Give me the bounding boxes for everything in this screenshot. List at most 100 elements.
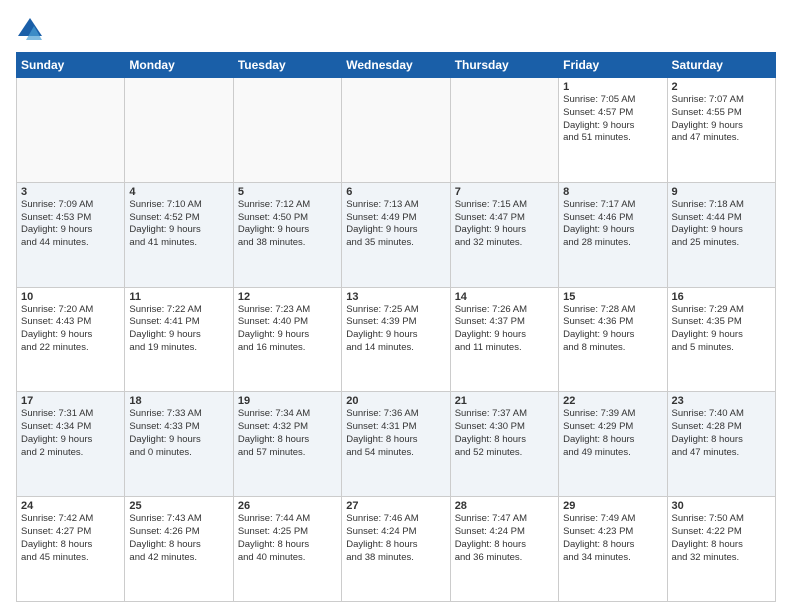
calendar-cell: 7Sunrise: 7:15 AM Sunset: 4:47 PM Daylig… [450, 182, 558, 287]
day-info: Sunrise: 7:40 AM Sunset: 4:28 PM Dayligh… [672, 408, 771, 459]
calendar-cell: 24Sunrise: 7:42 AM Sunset: 4:27 PM Dayli… [17, 497, 125, 602]
calendar-cell: 5Sunrise: 7:12 AM Sunset: 4:50 PM Daylig… [233, 182, 341, 287]
calendar-cell: 2Sunrise: 7:07 AM Sunset: 4:55 PM Daylig… [667, 78, 775, 183]
calendar-cell [233, 78, 341, 183]
day-number: 8 [563, 186, 662, 198]
day-number: 5 [238, 186, 337, 198]
calendar-cell: 18Sunrise: 7:33 AM Sunset: 4:33 PM Dayli… [125, 392, 233, 497]
calendar-week-1: 1Sunrise: 7:05 AM Sunset: 4:57 PM Daylig… [17, 78, 776, 183]
day-number: 11 [129, 291, 228, 303]
calendar-week-4: 17Sunrise: 7:31 AM Sunset: 4:34 PM Dayli… [17, 392, 776, 497]
day-info: Sunrise: 7:07 AM Sunset: 4:55 PM Dayligh… [672, 94, 771, 145]
day-number: 14 [455, 291, 554, 303]
calendar-week-5: 24Sunrise: 7:42 AM Sunset: 4:27 PM Dayli… [17, 497, 776, 602]
day-info: Sunrise: 7:25 AM Sunset: 4:39 PM Dayligh… [346, 304, 445, 355]
calendar-cell: 8Sunrise: 7:17 AM Sunset: 4:46 PM Daylig… [559, 182, 667, 287]
calendar-cell: 19Sunrise: 7:34 AM Sunset: 4:32 PM Dayli… [233, 392, 341, 497]
calendar-cell: 27Sunrise: 7:46 AM Sunset: 4:24 PM Dayli… [342, 497, 450, 602]
page: SundayMondayTuesdayWednesdayThursdayFrid… [0, 0, 792, 612]
header [16, 16, 776, 44]
day-info: Sunrise: 7:46 AM Sunset: 4:24 PM Dayligh… [346, 513, 445, 564]
day-info: Sunrise: 7:12 AM Sunset: 4:50 PM Dayligh… [238, 199, 337, 250]
day-info: Sunrise: 7:33 AM Sunset: 4:33 PM Dayligh… [129, 408, 228, 459]
calendar-cell: 28Sunrise: 7:47 AM Sunset: 4:24 PM Dayli… [450, 497, 558, 602]
day-number: 15 [563, 291, 662, 303]
logo [16, 16, 48, 44]
calendar-cell: 10Sunrise: 7:20 AM Sunset: 4:43 PM Dayli… [17, 287, 125, 392]
day-number: 30 [672, 500, 771, 512]
calendar-week-2: 3Sunrise: 7:09 AM Sunset: 4:53 PM Daylig… [17, 182, 776, 287]
day-info: Sunrise: 7:31 AM Sunset: 4:34 PM Dayligh… [21, 408, 120, 459]
calendar-cell: 29Sunrise: 7:49 AM Sunset: 4:23 PM Dayli… [559, 497, 667, 602]
calendar-week-3: 10Sunrise: 7:20 AM Sunset: 4:43 PM Dayli… [17, 287, 776, 392]
calendar-table: SundayMondayTuesdayWednesdayThursdayFrid… [16, 52, 776, 602]
day-info: Sunrise: 7:26 AM Sunset: 4:37 PM Dayligh… [455, 304, 554, 355]
day-number: 12 [238, 291, 337, 303]
weekday-header-friday: Friday [559, 53, 667, 78]
day-info: Sunrise: 7:47 AM Sunset: 4:24 PM Dayligh… [455, 513, 554, 564]
day-number: 9 [672, 186, 771, 198]
day-number: 4 [129, 186, 228, 198]
calendar-cell: 9Sunrise: 7:18 AM Sunset: 4:44 PM Daylig… [667, 182, 775, 287]
calendar-cell: 13Sunrise: 7:25 AM Sunset: 4:39 PM Dayli… [342, 287, 450, 392]
weekday-header-saturday: Saturday [667, 53, 775, 78]
weekday-header-sunday: Sunday [17, 53, 125, 78]
day-number: 25 [129, 500, 228, 512]
day-info: Sunrise: 7:43 AM Sunset: 4:26 PM Dayligh… [129, 513, 228, 564]
calendar-cell [17, 78, 125, 183]
weekday-header-thursday: Thursday [450, 53, 558, 78]
calendar-cell: 22Sunrise: 7:39 AM Sunset: 4:29 PM Dayli… [559, 392, 667, 497]
weekday-header-row: SundayMondayTuesdayWednesdayThursdayFrid… [17, 53, 776, 78]
calendar-cell: 14Sunrise: 7:26 AM Sunset: 4:37 PM Dayli… [450, 287, 558, 392]
calendar-cell [342, 78, 450, 183]
day-info: Sunrise: 7:29 AM Sunset: 4:35 PM Dayligh… [672, 304, 771, 355]
day-info: Sunrise: 7:34 AM Sunset: 4:32 PM Dayligh… [238, 408, 337, 459]
calendar-cell: 12Sunrise: 7:23 AM Sunset: 4:40 PM Dayli… [233, 287, 341, 392]
day-info: Sunrise: 7:09 AM Sunset: 4:53 PM Dayligh… [21, 199, 120, 250]
calendar-cell: 11Sunrise: 7:22 AM Sunset: 4:41 PM Dayli… [125, 287, 233, 392]
calendar-cell: 20Sunrise: 7:36 AM Sunset: 4:31 PM Dayli… [342, 392, 450, 497]
calendar-cell: 21Sunrise: 7:37 AM Sunset: 4:30 PM Dayli… [450, 392, 558, 497]
calendar-cell: 6Sunrise: 7:13 AM Sunset: 4:49 PM Daylig… [342, 182, 450, 287]
day-info: Sunrise: 7:17 AM Sunset: 4:46 PM Dayligh… [563, 199, 662, 250]
day-number: 18 [129, 395, 228, 407]
day-info: Sunrise: 7:42 AM Sunset: 4:27 PM Dayligh… [21, 513, 120, 564]
day-info: Sunrise: 7:28 AM Sunset: 4:36 PM Dayligh… [563, 304, 662, 355]
day-number: 7 [455, 186, 554, 198]
calendar-cell: 26Sunrise: 7:44 AM Sunset: 4:25 PM Dayli… [233, 497, 341, 602]
day-info: Sunrise: 7:49 AM Sunset: 4:23 PM Dayligh… [563, 513, 662, 564]
day-number: 24 [21, 500, 120, 512]
day-number: 6 [346, 186, 445, 198]
day-number: 26 [238, 500, 337, 512]
calendar-cell: 3Sunrise: 7:09 AM Sunset: 4:53 PM Daylig… [17, 182, 125, 287]
day-number: 20 [346, 395, 445, 407]
calendar-cell: 25Sunrise: 7:43 AM Sunset: 4:26 PM Dayli… [125, 497, 233, 602]
calendar-cell [450, 78, 558, 183]
day-number: 13 [346, 291, 445, 303]
calendar-cell: 1Sunrise: 7:05 AM Sunset: 4:57 PM Daylig… [559, 78, 667, 183]
day-info: Sunrise: 7:37 AM Sunset: 4:30 PM Dayligh… [455, 408, 554, 459]
calendar-cell: 17Sunrise: 7:31 AM Sunset: 4:34 PM Dayli… [17, 392, 125, 497]
weekday-header-monday: Monday [125, 53, 233, 78]
day-number: 19 [238, 395, 337, 407]
day-info: Sunrise: 7:20 AM Sunset: 4:43 PM Dayligh… [21, 304, 120, 355]
calendar-cell: 16Sunrise: 7:29 AM Sunset: 4:35 PM Dayli… [667, 287, 775, 392]
day-number: 1 [563, 81, 662, 93]
day-number: 29 [563, 500, 662, 512]
day-info: Sunrise: 7:50 AM Sunset: 4:22 PM Dayligh… [672, 513, 771, 564]
day-info: Sunrise: 7:23 AM Sunset: 4:40 PM Dayligh… [238, 304, 337, 355]
weekday-header-tuesday: Tuesday [233, 53, 341, 78]
calendar-cell: 23Sunrise: 7:40 AM Sunset: 4:28 PM Dayli… [667, 392, 775, 497]
calendar-cell: 15Sunrise: 7:28 AM Sunset: 4:36 PM Dayli… [559, 287, 667, 392]
day-number: 2 [672, 81, 771, 93]
day-info: Sunrise: 7:18 AM Sunset: 4:44 PM Dayligh… [672, 199, 771, 250]
day-info: Sunrise: 7:39 AM Sunset: 4:29 PM Dayligh… [563, 408, 662, 459]
day-info: Sunrise: 7:15 AM Sunset: 4:47 PM Dayligh… [455, 199, 554, 250]
day-number: 23 [672, 395, 771, 407]
day-info: Sunrise: 7:36 AM Sunset: 4:31 PM Dayligh… [346, 408, 445, 459]
day-number: 21 [455, 395, 554, 407]
day-number: 28 [455, 500, 554, 512]
day-number: 27 [346, 500, 445, 512]
day-number: 16 [672, 291, 771, 303]
day-number: 17 [21, 395, 120, 407]
